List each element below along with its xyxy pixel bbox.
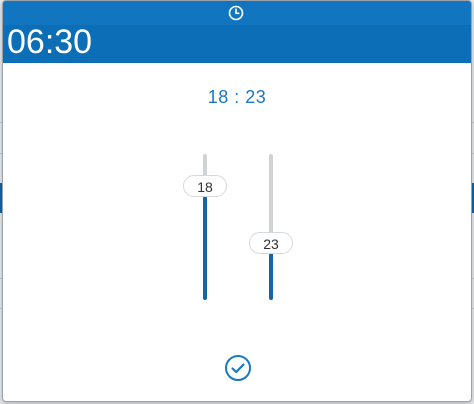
minute-slider[interactable]: 23: [249, 154, 293, 300]
current-time-display: 06:30: [7, 23, 93, 61]
time-picker-header: 06:30: [3, 1, 471, 63]
hour-slider-thumb[interactable]: 18: [183, 174, 227, 197]
time-picker-dialog: 06:30 18 : 23 18 23: [2, 0, 472, 402]
hour-slider[interactable]: 18: [183, 154, 227, 300]
selected-time: 18 : 23: [207, 87, 267, 107]
clock-icon[interactable]: [228, 5, 244, 21]
hour-slider-fill: [203, 185, 207, 300]
check-circle-icon[interactable]: [224, 354, 252, 382]
minute-slider-thumb[interactable]: 23: [249, 232, 293, 255]
